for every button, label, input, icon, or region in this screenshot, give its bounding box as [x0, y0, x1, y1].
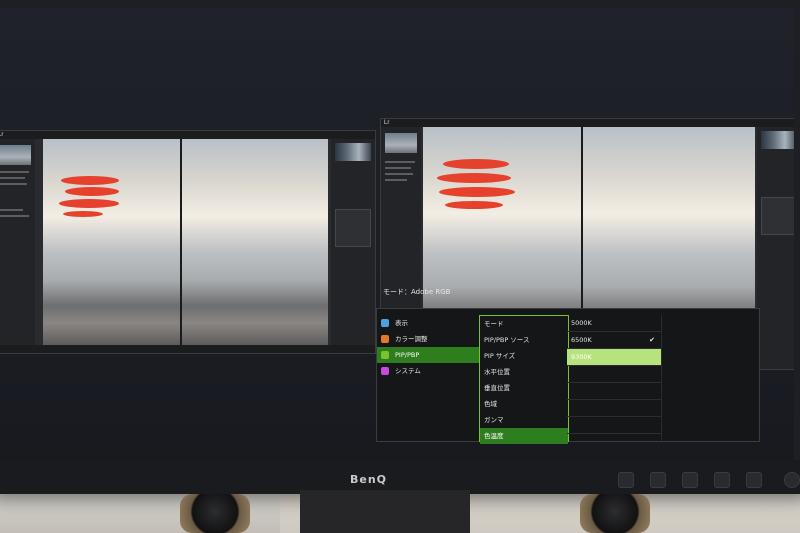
osd-submenu-item[interactable]: PIP サイズ [480, 348, 568, 364]
red-mark [61, 176, 119, 185]
checkmark-icon: ✔ [649, 336, 655, 344]
lightroom-window-left: Lr [0, 130, 376, 354]
osd-option-empty [567, 400, 661, 417]
osd-submenu-item[interactable]: 色域 [480, 396, 568, 412]
lightroom-logo: Lr [384, 120, 390, 126]
hardware-button[interactable] [714, 472, 730, 488]
osd-submenu-item[interactable]: ガンマ [480, 412, 568, 428]
osd-options: 5000K 6500K ✔ 9300K [567, 315, 662, 441]
osd-option-label: 5000K [571, 319, 592, 327]
power-button-icon[interactable] [784, 472, 800, 488]
panel-row[interactable] [0, 209, 23, 211]
display-icon [381, 319, 389, 327]
speaker-left [180, 494, 250, 533]
red-mark [437, 173, 511, 183]
monitor-bezel: BenQ [0, 460, 800, 494]
osd-submenu-item[interactable]: モード [480, 316, 568, 332]
panel-row[interactable] [0, 215, 29, 217]
monitor-screen: Lr Lr [0, 8, 794, 460]
navigator-thumbnail[interactable] [385, 133, 417, 153]
osd-menu-label: 表示 [395, 319, 408, 327]
lightroom-left-panel [0, 139, 35, 353]
tone-curve[interactable] [761, 197, 794, 235]
lightroom-logo: Lr [0, 132, 4, 138]
osd-sub-menu: モード PIP/PBP ソース PIP サイズ 水平位置 垂直位置 色域 ガンマ… [479, 315, 569, 444]
osd-option-empty [567, 417, 661, 434]
osd-option-9300k[interactable]: 9300K [567, 349, 661, 366]
osd-submenu-item[interactable]: 水平位置 [480, 364, 568, 380]
red-mark [439, 187, 515, 197]
navigator-thumbnail[interactable] [0, 145, 31, 165]
photo-after [182, 139, 328, 353]
osd-option-5000k[interactable]: 5000K [567, 315, 661, 332]
osd-mode-title: モード：Adobe RGB [383, 288, 451, 296]
osd-menu-label: カラー調整 [395, 335, 428, 343]
red-mark [59, 199, 119, 208]
photo-before [43, 139, 180, 353]
histogram [761, 131, 794, 149]
panel-row[interactable] [0, 171, 29, 173]
osd-menu-item-pip-pbp[interactable]: PIP/PBP [377, 347, 479, 363]
osd-submenu-item[interactable]: PIP/PBP ソース [480, 332, 568, 348]
osd-menu-label: PIP/PBP [395, 351, 420, 359]
lightroom-right-panel [331, 139, 375, 353]
speaker-right [580, 494, 650, 533]
lightroom-titlebar: Lr [381, 119, 794, 127]
osd-preview-column [661, 315, 757, 441]
panel-row[interactable] [0, 183, 27, 185]
hardware-button[interactable] [682, 472, 698, 488]
osd-option-empty [567, 383, 661, 400]
panel-row[interactable] [385, 161, 415, 163]
osd-option-6500k[interactable]: 6500K ✔ [567, 332, 661, 349]
panel-row[interactable] [0, 177, 25, 179]
osd-main-menu: 表示 カラー調整 PIP/PBP システム [377, 315, 480, 441]
red-mark [63, 211, 103, 217]
red-mark [443, 159, 509, 169]
hardware-button[interactable] [618, 472, 634, 488]
osd-option-empty [567, 366, 661, 383]
osd-menu-label: システム [395, 367, 421, 375]
monitor: Lr Lr [0, 0, 800, 494]
osd-submenu-item-color-temp[interactable]: 色温度 [480, 428, 568, 444]
monitor-stand [300, 490, 470, 533]
color-adjust-icon [381, 335, 389, 343]
taskbar [0, 345, 375, 353]
hardware-button[interactable] [746, 472, 762, 488]
osd-submenu-item[interactable]: 垂直位置 [480, 380, 568, 396]
red-mark [445, 201, 503, 209]
osd-menu-item-display[interactable]: 表示 [377, 315, 479, 331]
brand-logo: BenQ [350, 473, 388, 486]
red-mark [65, 187, 119, 196]
lightroom-right-panel [757, 127, 794, 369]
osd-menu-item-system[interactable]: システム [377, 363, 479, 379]
pip-icon [381, 351, 389, 359]
panel-row[interactable] [385, 173, 413, 175]
histogram [335, 143, 371, 161]
panel-row[interactable] [385, 179, 407, 181]
tone-curve[interactable] [335, 209, 371, 247]
osd-option-label: 6500K [571, 336, 592, 344]
hardware-button[interactable] [650, 472, 666, 488]
lightroom-titlebar: Lr [0, 131, 375, 139]
panel-row[interactable] [385, 167, 411, 169]
wrench-icon [381, 367, 389, 375]
osd-menu-item-color-adjust[interactable]: カラー調整 [377, 331, 479, 347]
osd-option-label: 9300K [571, 353, 592, 361]
osd-menu: モード：Adobe RGB 表示 カラー調整 PIP/PBP システム モード … [376, 288, 760, 444]
